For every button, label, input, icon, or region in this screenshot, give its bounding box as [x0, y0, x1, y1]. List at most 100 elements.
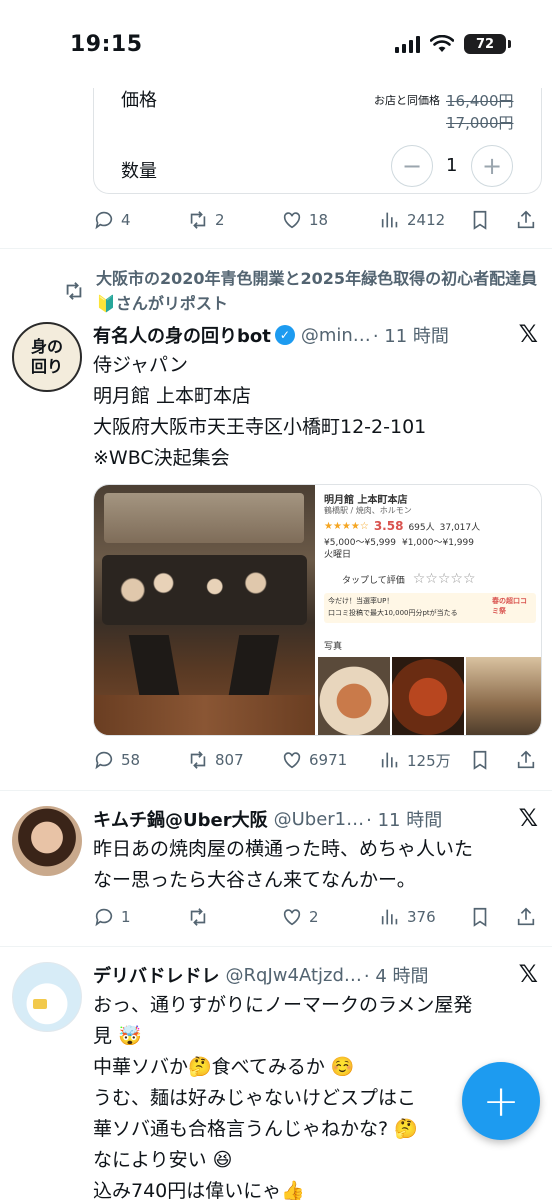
tweet-line: 昨日あの焼肉屋の横通った時、めちゃ人いた: [93, 838, 474, 860]
divider: [0, 946, 552, 947]
save-count: 37,017人: [439, 522, 481, 533]
like-count: 18: [309, 211, 329, 229]
repost-count: 2: [215, 211, 225, 229]
heart-icon: [283, 909, 301, 926]
views-button[interactable]: 376: [379, 903, 436, 931]
bookmark-button[interactable]: [469, 206, 491, 234]
avatar-calligraphy: 身の回り: [30, 337, 63, 376]
repost-count: 807: [215, 751, 244, 769]
share-button[interactable]: [515, 746, 537, 774]
tweet-line: 侍ジャパン: [93, 354, 189, 376]
repost-button[interactable]: 2: [187, 206, 225, 234]
view-count: 2412: [407, 211, 446, 229]
tweet-text: 昨日あの焼肉屋の横通った時、めちゃ人いた なー思ったら大谷さん来てなんかー。: [93, 834, 543, 896]
display-name[interactable]: キムチ鍋@Uber大阪: [93, 806, 268, 832]
repost-icon: [190, 751, 206, 769]
same-price-note: お店と同価格: [374, 94, 440, 107]
avatar[interactable]: [12, 962, 82, 1032]
avatar[interactable]: 身の回り: [12, 322, 82, 392]
bookmark-button[interactable]: [469, 746, 491, 774]
heart-icon: [283, 752, 301, 769]
group-photo[interactable]: [94, 485, 315, 735]
quantity-minus-button[interactable]: −: [391, 145, 433, 187]
price-label: 価格: [121, 90, 157, 111]
rating-value: 3.58: [373, 519, 404, 533]
like-button[interactable]: 18: [281, 206, 328, 234]
share-button[interactable]: [515, 903, 537, 931]
shop-name: 明月館 上本町本店: [324, 495, 408, 506]
reply-icon: [95, 211, 113, 230]
tweet-line: 見 🤯: [93, 1025, 142, 1047]
lunch-price: ¥1,000～¥1,999: [401, 538, 474, 548]
reply-button[interactable]: 58: [93, 746, 140, 774]
like-button[interactable]: 2: [281, 903, 319, 931]
bookmark-icon: [473, 210, 487, 230]
share-icon: [517, 750, 535, 769]
divider: [0, 790, 552, 791]
view-count: 125万: [407, 751, 451, 770]
old-price: 17,000円: [446, 114, 514, 132]
tweet-line: なー思ったら大谷さん来てなんかー。: [93, 869, 416, 891]
bookmark-icon: [473, 750, 487, 770]
review-count: 695人: [408, 522, 435, 533]
tweet-action-bar: 1 2 376: [93, 903, 542, 931]
quantity-label: 数量: [121, 161, 157, 182]
x-logo-icon[interactable]: 𝕏: [519, 804, 538, 832]
rating-stars-icon: ★★★★☆: [324, 520, 369, 532]
campaign-badge: 春の超口コミ祭: [492, 597, 527, 615]
campaign-title: 今だけ！当選率UP！: [328, 597, 394, 605]
old-price: 16,400円: [446, 92, 514, 110]
x-logo-icon[interactable]: 𝕏: [519, 960, 538, 988]
tweet-line: 大阪府大阪市天王寺区小橋町12-2-101: [93, 416, 427, 438]
views-button[interactable]: 125万: [379, 746, 451, 774]
tweet-action-bar: 4 2 18 2412: [93, 206, 542, 234]
tweet-header: キムチ鍋@Uber大阪 @Uber1… · 11 時間: [93, 806, 442, 832]
reply-button[interactable]: 4: [93, 206, 131, 234]
share-button[interactable]: [515, 206, 537, 234]
food-photo: [318, 657, 390, 735]
reply-button[interactable]: 1: [93, 903, 131, 931]
repost-icon: [190, 908, 206, 926]
divider: [0, 248, 552, 249]
view-count: 376: [407, 908, 436, 926]
tap-to-rate: タップして評価: [342, 575, 405, 586]
handle[interactable]: @Uber1…: [274, 809, 365, 830]
tweet-line: なにより安い 😆: [93, 1149, 233, 1171]
bookmark-button[interactable]: [469, 903, 491, 931]
repost-attribution[interactable]: 大阪市の2020年青色開業と2025年緑色取得の初心者配達員🔰さんがリポスト: [62, 266, 552, 316]
repost-button[interactable]: 807: [187, 746, 244, 774]
like-count: 6971: [309, 751, 348, 769]
repost-button[interactable]: [187, 903, 215, 931]
empty-stars-icon: ☆☆☆☆☆: [412, 571, 476, 587]
handle[interactable]: @min…: [301, 325, 371, 346]
handle[interactable]: @RqJw4Atjzd…: [226, 965, 362, 986]
views-button[interactable]: 2412: [379, 206, 445, 234]
repost-icon: [66, 282, 82, 300]
battery-indicator: 72: [464, 34, 511, 54]
tweet-header: デリバドレドレ @RqJw4Atjzd… · 4 時間: [93, 962, 429, 988]
avatar[interactable]: [12, 806, 82, 876]
like-count: 2: [309, 908, 319, 926]
reply-count: 1: [121, 908, 131, 926]
status-bar: 19:15 72: [0, 0, 552, 88]
compose-post-button[interactable]: +: [462, 1062, 540, 1140]
tweet-header: 有名人の身の回りbot ✓ @min… · 11 時間: [93, 322, 449, 348]
timestamp[interactable]: · 11 時間: [366, 806, 442, 832]
photo-label: 写真: [324, 642, 343, 652]
food-photo: [392, 657, 464, 735]
tweet-media[interactable]: 明月館 上本町本店 鶴橋駅 / 焼肉、ホルモン ★★★★☆ 3.58 695人 …: [93, 484, 542, 736]
display-name[interactable]: 有名人の身の回りbot: [93, 322, 271, 348]
like-button[interactable]: 6971: [281, 746, 347, 774]
tweet-action-bar: 58 807 6971 125万: [93, 746, 542, 774]
display-name[interactable]: デリバドレドレ: [93, 962, 220, 988]
timestamp[interactable]: · 4 時間: [364, 962, 429, 988]
restaurant-info-screenshot[interactable]: 明月館 上本町本店 鶴橋駅 / 焼肉、ホルモン ★★★★☆ 3.58 695人 …: [318, 485, 541, 735]
shop-sub: 鶴橋駅 / 焼肉、ホルモン: [324, 506, 412, 515]
closed-day: 火曜日: [324, 550, 352, 560]
quantity-plus-button[interactable]: +: [471, 145, 513, 187]
interior-photo: [466, 657, 541, 735]
tweet-line: 込み740円は偉いにゃ👍: [93, 1180, 305, 1200]
x-logo-icon[interactable]: 𝕏: [519, 320, 538, 348]
timestamp[interactable]: · 11 時間: [373, 322, 449, 348]
repost-attribution-text: 大阪市の2020年青色開業と2025年緑色取得の初心者配達員🔰さんがリポスト: [96, 269, 538, 313]
